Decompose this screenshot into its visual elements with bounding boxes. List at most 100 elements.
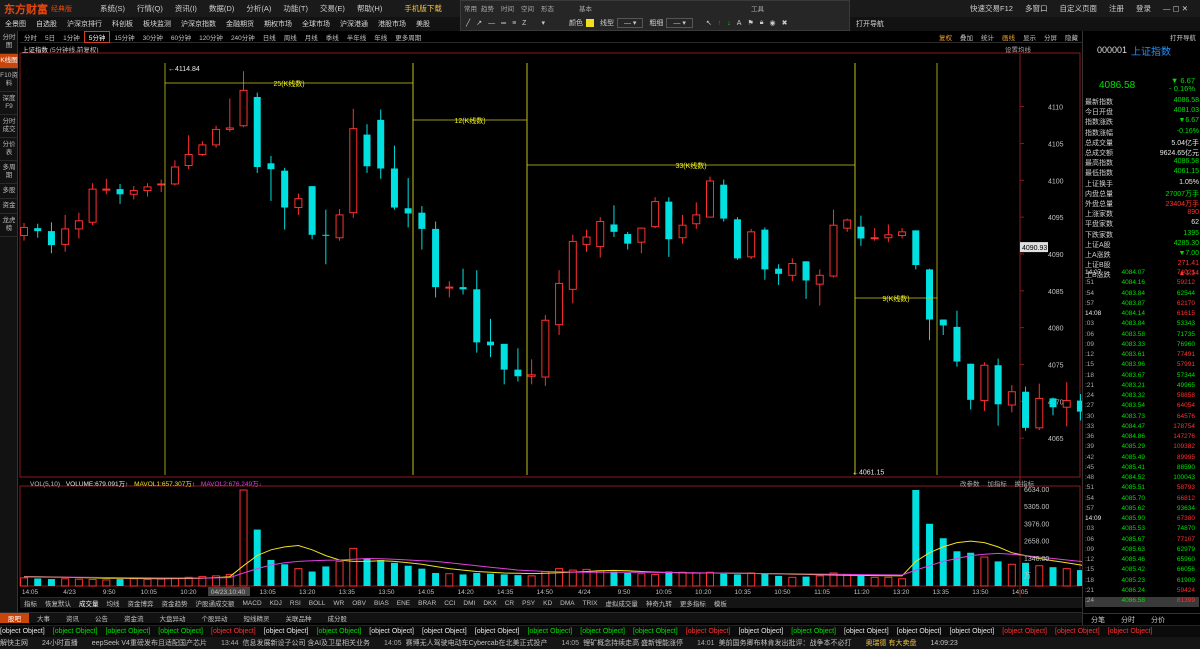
indicator-tab[interactable]: 指标: [20, 598, 41, 608]
quote-stat-row: 外盘总量 23404万手: [1085, 199, 1199, 209]
window-controls-icon[interactable]: — ▢ ✕: [1163, 4, 1188, 13]
status-item: [object Object]: [474, 628, 520, 635]
indicator-tab[interactable]: 恢复默认: [41, 598, 75, 608]
news-item[interactable]: 解快主网: [0, 638, 28, 648]
candle-body-down: [322, 234, 330, 236]
indicator-tab[interactable]: DMI: [459, 600, 479, 607]
news-item[interactable]: 信息发展新设子公司 含AI及卫星相关业务: [242, 638, 370, 648]
indicator-tab[interactable]: 更多指标: [676, 598, 710, 608]
news-time: 14:05: [384, 639, 402, 647]
bottom-tab[interactable]: 资金流: [116, 613, 152, 623]
tick-row: :18 4083.67 57344: [1085, 372, 1199, 382]
bottom-tab[interactable]: 大盘异动: [152, 613, 194, 623]
bottom-tab[interactable]: 大事: [29, 613, 58, 623]
tick-time: :18: [1085, 371, 1095, 379]
indicator-tab[interactable]: OBV: [348, 600, 370, 607]
indicator-tab[interactable]: DKX: [479, 600, 500, 607]
indicator-tab[interactable]: BIAS: [370, 600, 393, 607]
kline-chart[interactable]: 4065407040754080408540904095410041054110…: [0, 0, 1082, 612]
tick-row: :39 4085.29 109382: [1085, 443, 1199, 453]
tick-time: :42: [1085, 453, 1095, 461]
time-tick-label: 13:20: [299, 589, 316, 596]
quote-stat-value: 23404万手: [1165, 201, 1199, 208]
volume-bar-down: [775, 575, 783, 586]
quote-stat-row: 最低指数 4061.15: [1085, 168, 1199, 178]
tick-row: :57 4085.62 93634: [1085, 505, 1199, 515]
add-indicator-button[interactable]: 加指标: [987, 481, 1007, 488]
edit-params-button[interactable]: 改参数: [960, 481, 980, 488]
register-link[interactable]: 注册: [1109, 3, 1124, 14]
tick-footer-tab[interactable]: 分价: [1143, 614, 1173, 625]
bottom-tab[interactable]: 个股异动: [194, 613, 236, 623]
bottom-tab[interactable]: 公告: [87, 613, 116, 623]
tick-price: 4083.96: [1121, 361, 1146, 369]
tick-volume: 62544: [1176, 289, 1195, 297]
bottom-tab[interactable]: 股吧: [0, 613, 29, 623]
indicator-tab[interactable]: BRAR: [414, 600, 440, 607]
indicator-tab[interactable]: 模板: [710, 598, 731, 608]
candle-body-down: [253, 97, 261, 167]
price-change-pct: - 0.16%: [1169, 84, 1195, 93]
login-link[interactable]: 登录: [1136, 3, 1151, 14]
indicator-tab[interactable]: CCI: [440, 600, 459, 607]
news-item[interactable]: eepSeek V4重磅发布且适配国产芯片: [92, 638, 207, 648]
indicator-tab[interactable]: 资金博弈: [124, 598, 158, 608]
tick-volume: 58858: [1176, 392, 1195, 399]
status-item: [object Object]: [0, 628, 45, 635]
volume-bar-up: [445, 573, 454, 587]
tick-row: :51 4085.51 58793: [1085, 484, 1199, 494]
tick-time: :27: [1085, 402, 1095, 410]
indicator-tab[interactable]: 沪股通成交额: [192, 598, 239, 608]
indicator-tab[interactable]: KDJ: [266, 600, 286, 607]
indicator-tab[interactable]: 成交量: [75, 598, 103, 608]
status-item: [object Object]: [52, 628, 98, 635]
news-item[interactable]: 锂矿概念持续走高 盛新锂能涨停: [583, 638, 683, 648]
volume-tick-label: 5305.00: [1024, 504, 1049, 511]
bottom-tab[interactable]: 关联品种: [278, 613, 320, 623]
indicator-tab[interactable]: RSI: [286, 600, 305, 607]
indicator-tab[interactable]: DMA: [556, 600, 578, 607]
news-item[interactable]: 美前国务卿布林肯发出批评：战争本不必打: [719, 638, 852, 648]
bottom-tab[interactable]: 资讯: [58, 613, 87, 623]
candle-body-down: [404, 208, 412, 214]
time-tick-label: 13:05: [259, 589, 276, 596]
news-item[interactable]: 14:09:23: [931, 640, 958, 647]
indicator-tab[interactable]: PSY: [518, 600, 539, 607]
status-item: [object Object]: [896, 628, 942, 635]
indicator-tab[interactable]: MACD: [239, 600, 266, 607]
vol-label: VOL(5,10): [30, 481, 60, 488]
status-item: [object Object]: [580, 628, 625, 635]
quote-stat-row: 最新指数 4086.58: [1085, 97, 1199, 107]
tick-footer-tab[interactable]: 分时: [1113, 614, 1143, 625]
tick-footer-tab[interactable]: 分笔: [1083, 614, 1113, 625]
open-nav-button[interactable]: 打开导航: [1170, 32, 1196, 42]
indicator-tab[interactable]: 虚拟成交量: [601, 598, 642, 608]
indicator-tab[interactable]: TRIX: [579, 600, 602, 607]
indicator-tab[interactable]: CR: [501, 600, 518, 607]
candle-body-down: [486, 341, 494, 346]
indicator-tab[interactable]: 均线: [103, 598, 124, 608]
indicator-tab[interactable]: KD: [539, 600, 556, 607]
time-tick-label: 13:35: [339, 589, 356, 596]
candle-body-up: [1007, 391, 1016, 406]
bottom-tab[interactable]: 短线精灵: [236, 613, 278, 623]
quote-stat-value: 890: [1187, 209, 1199, 217]
indicator-tab[interactable]: WR: [329, 600, 348, 607]
indicator-tab[interactable]: BOLL: [305, 600, 330, 607]
volume-bar-down: [418, 568, 426, 586]
volume-bar-up: [884, 576, 893, 587]
volume-bar-down: [404, 565, 412, 586]
indicator-tab[interactable]: ENE: [393, 600, 414, 607]
tick-price: 4085.41: [1121, 463, 1146, 471]
news-item[interactable]: 24小时直播: [42, 638, 78, 648]
time-tick-label: 13:50: [972, 589, 989, 596]
bottom-tab[interactable]: 成分股: [320, 613, 356, 623]
indicator-tab[interactable]: 资金趋势: [158, 598, 192, 608]
news-item[interactable]: 奥瑞德 有大卖盘: [866, 638, 917, 648]
news-item[interactable]: 赛博无人驾驶电动车Cybercab在北美正式投产: [406, 638, 548, 648]
indicator-tab[interactable]: 神奇九转: [642, 598, 676, 608]
candle-body-up: [815, 274, 824, 285]
volume-bar-up: [1035, 565, 1044, 587]
switch-indicator-button[interactable]: 换指标: [1015, 481, 1035, 488]
candle-body-up: [870, 237, 879, 240]
